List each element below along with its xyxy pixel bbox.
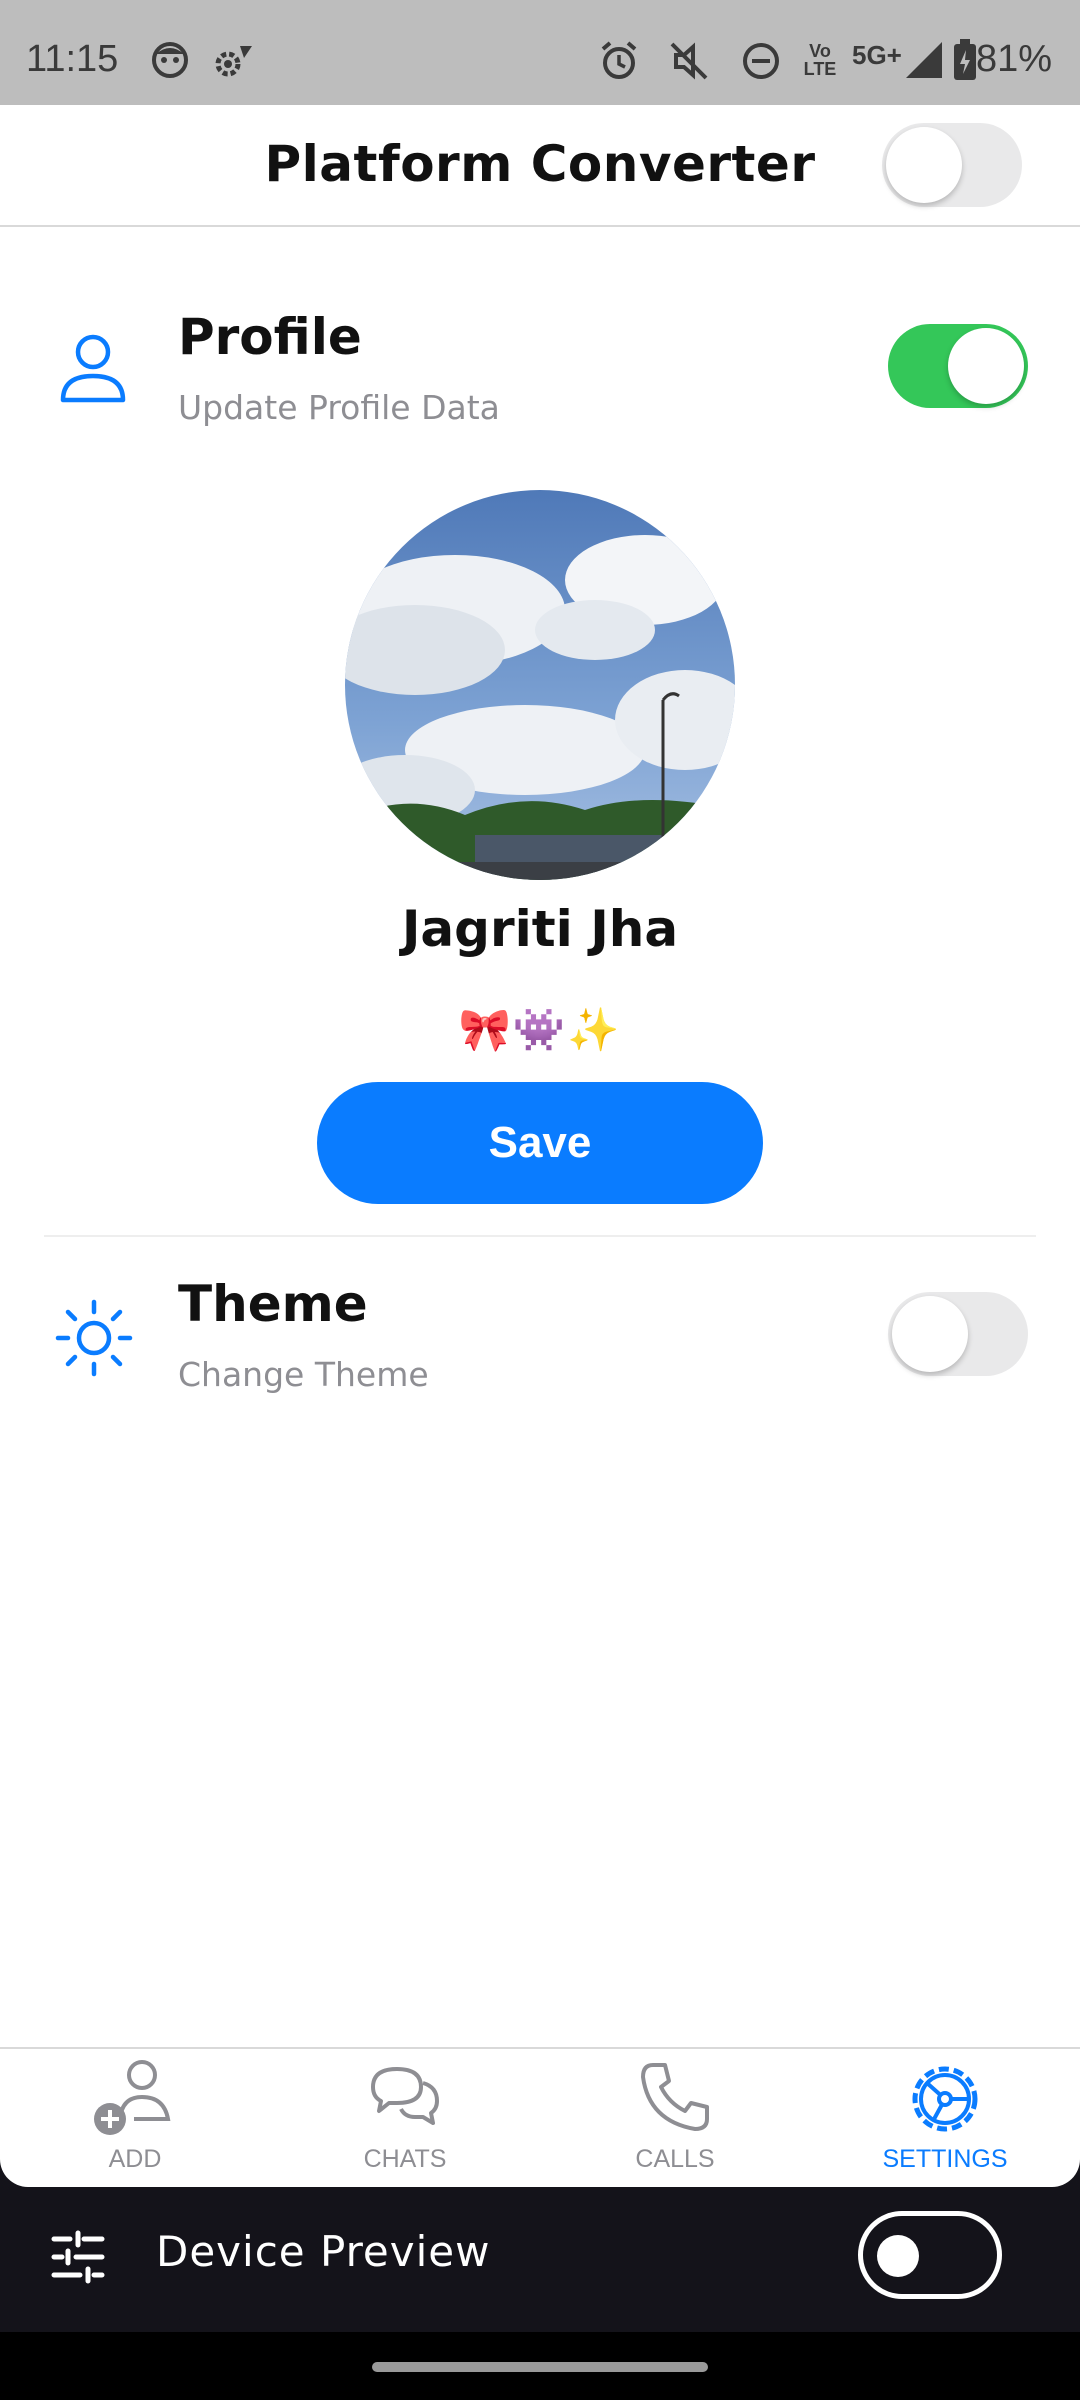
battery-icon [954,39,976,80]
nav-label-chats: CHATS [363,2145,447,2173]
device-preview-toggle[interactable] [858,2211,1002,2299]
device-preview-bar: Device Preview [0,2187,1080,2332]
profile-name: Jagriti Jha [401,900,679,958]
user-icon [60,334,126,403]
divider [44,1235,1036,1237]
toggle-knob [886,127,962,203]
home-indicator[interactable] [372,2362,708,2372]
nav-item-calls[interactable]: CALLS [540,2049,810,2189]
bottom-nav: ADD CHATS CALLS SETTINGS [0,2047,1080,2187]
theme-toggle[interactable] [888,1292,1028,1376]
network-label: 5G+ [852,40,902,70]
app-bar: Platform Converter [0,105,1080,227]
device-preview-label: Device Preview [156,2227,491,2276]
avatar[interactable] [345,490,735,880]
phone-icon [641,2063,709,2131]
sun-icon [55,1299,133,1377]
alarm-icon [601,41,637,79]
nav-item-settings[interactable]: SETTINGS [810,2049,1080,2189]
theme-subtitle: Change Theme [178,1355,429,1394]
nav-label-add: ADD [108,2145,162,2173]
avatar-sky-image [345,490,735,880]
battery-percent: 81% [975,38,1052,80]
nav-item-add[interactable]: ADD [0,2049,270,2189]
mute-icon [670,42,708,80]
status-bar: 11:15 Vo LTE 5G+ 81% [0,0,1080,105]
chats-icon [371,2067,439,2125]
theme-title: Theme [178,1275,368,1333]
profile-bio: 🎀👾✨ [458,1005,622,1054]
platform-toggle[interactable] [882,123,1022,207]
nav-label-calls: CALLS [635,2145,715,2173]
nav-item-chats[interactable]: CHATS [270,2049,540,2189]
sliders-icon[interactable] [50,2229,106,2285]
profile-toggle[interactable] [888,324,1028,408]
save-button[interactable]: Save [317,1082,763,1204]
nav-label-settings: SETTINGS [882,2145,1008,2173]
add-user-icon [94,2060,171,2135]
profile-title: Profile [178,308,362,366]
volte-label: Vo LTE [803,41,837,79]
settings-dot-icon [215,46,252,77]
face-icon [152,42,188,78]
signal-icon [906,42,942,78]
toggle-knob [892,1296,968,1372]
profile-subtitle: Update Profile Data [178,388,500,427]
settings-gear-icon [912,2066,978,2132]
dnd-icon [743,43,779,79]
toggle-knob [948,328,1024,404]
toggle-knob [877,2235,919,2277]
status-time: 11:15 [26,38,119,80]
